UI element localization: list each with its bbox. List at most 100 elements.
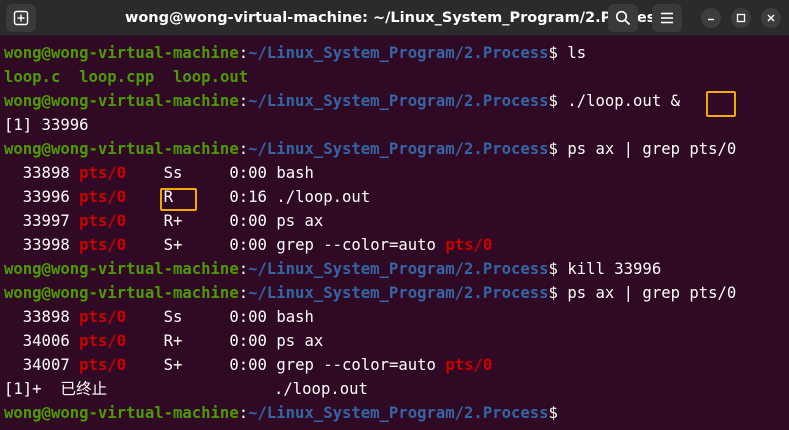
prompt-colon: : [238, 92, 249, 110]
prompt-line: wong@wong-virtual-machine:~/Linux_System… [4, 89, 680, 113]
stat: Ss [163, 308, 183, 326]
command-text: ls [557, 44, 587, 62]
close-icon [767, 14, 775, 22]
prompt-colon: : [238, 140, 249, 158]
cpu-time: 0:00 [229, 236, 267, 254]
pid: 33996 [22, 188, 70, 206]
prompt-line: wong@wong-virtual-machine:~/Linux_System… [4, 281, 736, 305]
command: grep --color=auto [276, 236, 446, 254]
cpu-time: 0:16 [229, 188, 267, 206]
prompt-colon: : [238, 404, 249, 422]
command: bash [276, 164, 314, 182]
grep-match: pts/0 [445, 356, 493, 374]
tty: pts/0 [79, 164, 127, 182]
command: ps ax [276, 332, 324, 350]
maximize-button[interactable] [731, 8, 751, 28]
cpu-time: 0:00 [229, 332, 267, 350]
job-done-line: [1]+ 已终止 ./loop.out [4, 377, 368, 401]
prompt-line: wong@wong-virtual-machine:~/Linux_System… [4, 137, 736, 161]
process-row: 34006 pts/0 R+ 0:00 ps ax [4, 329, 324, 353]
stat: R+ [163, 332, 183, 350]
terminal-output[interactable]: wong@wong-virtual-machine:~/Linux_System… [0, 40, 789, 430]
tty: pts/0 [79, 236, 127, 254]
job-command: ./loop.out [274, 380, 368, 398]
pid: 34007 [22, 356, 70, 374]
file-name: loop.c [4, 68, 61, 86]
job-start-line: [1] 33996 [4, 116, 89, 134]
file-name: loop.out [173, 68, 249, 86]
prompt-path: ~/Linux_System_Program/2.Process [248, 284, 549, 302]
process-row: 33898 pts/0 Ss 0:00 bash [4, 305, 314, 329]
process-row: 34007 pts/0 S+ 0:00 grep --color=auto pt… [4, 353, 493, 377]
tty: pts/0 [79, 212, 127, 230]
stat: R+ [163, 212, 183, 230]
search-icon [615, 10, 631, 26]
stat: S+ [163, 356, 183, 374]
command-text: kill 33996 [557, 260, 662, 278]
ls-output-line: loop.c loop.cpp loop.out [4, 65, 248, 89]
process-row: 33898 pts/0 Ss 0:00 bash [4, 161, 314, 185]
background-operator: & [670, 92, 680, 110]
search-button[interactable] [608, 4, 638, 32]
prompt-user-host: wong@wong-virtual-machine [4, 284, 239, 302]
prompt-path: ~/Linux_System_Program/2.Process [248, 44, 549, 62]
pid: 33898 [22, 164, 70, 182]
tty: pts/0 [79, 356, 127, 374]
tty: pts/0 [79, 188, 127, 206]
command: bash [276, 308, 314, 326]
prompt-colon: : [238, 260, 249, 278]
prompt-line: wong@wong-virtual-machine:~/Linux_System… [4, 41, 586, 65]
prompt-symbol: $ [548, 404, 558, 422]
stat: S+ [163, 236, 183, 254]
command: ./loop.out [276, 188, 371, 206]
process-row: 33997 pts/0 R+ 0:00 ps ax [4, 209, 324, 233]
job-id: [1]+ [4, 380, 42, 398]
title-bar: wong@wong-virtual-machine: ~/Linux_Syste… [0, 0, 789, 36]
highlight-box-state [160, 188, 197, 211]
minimize-button[interactable] [701, 8, 721, 28]
job-status: 已终止 [60, 380, 108, 398]
prompt-colon: : [238, 284, 249, 302]
command-text: ./loop.out [557, 92, 671, 110]
prompt-symbol: $ [548, 44, 558, 62]
prompt-user-host: wong@wong-virtual-machine [4, 404, 239, 422]
command-text: ps ax | grep pts/0 [557, 284, 737, 302]
tty: pts/0 [79, 332, 127, 350]
pid: 33898 [22, 308, 70, 326]
minimize-icon [708, 18, 714, 21]
prompt-path: ~/Linux_System_Program/2.Process [248, 140, 549, 158]
prompt-line: wong@wong-virtual-machine:~/Linux_System… [4, 401, 558, 425]
process-row: 33998 pts/0 S+ 0:00 grep --color=auto pt… [4, 233, 493, 257]
command: ps ax [276, 212, 324, 230]
cpu-time: 0:00 [229, 164, 267, 182]
prompt-user-host: wong@wong-virtual-machine [4, 260, 239, 278]
prompt-user-host: wong@wong-virtual-machine [4, 92, 239, 110]
prompt-path: ~/Linux_System_Program/2.Process [248, 92, 549, 110]
prompt-colon: : [238, 44, 249, 62]
menu-button[interactable] [652, 4, 682, 32]
menu-icon [661, 12, 673, 24]
file-name: loop.cpp [79, 68, 155, 86]
close-button[interactable] [761, 8, 781, 28]
pid: 34006 [22, 332, 70, 350]
prompt-symbol: $ [548, 140, 558, 158]
highlight-box-ampersand [706, 91, 736, 117]
pid: 33997 [22, 212, 70, 230]
new-tab-icon [13, 10, 29, 26]
pid: 33998 [22, 236, 70, 254]
command: grep --color=auto [276, 356, 446, 374]
prompt-symbol: $ [548, 92, 558, 110]
new-tab-button[interactable] [6, 4, 36, 32]
prompt-symbol: $ [548, 260, 558, 278]
cpu-time: 0:00 [229, 212, 267, 230]
prompt-user-host: wong@wong-virtual-machine [4, 44, 239, 62]
prompt-path: ~/Linux_System_Program/2.Process [248, 404, 549, 422]
prompt-user-host: wong@wong-virtual-machine [4, 140, 239, 158]
maximize-icon [736, 13, 746, 23]
prompt-symbol: $ [548, 284, 558, 302]
cpu-time: 0:00 [229, 356, 267, 374]
cpu-time: 0:00 [229, 308, 267, 326]
tty: pts/0 [79, 308, 127, 326]
stat: Ss [163, 164, 183, 182]
command-text: ps ax | grep pts/0 [557, 140, 737, 158]
